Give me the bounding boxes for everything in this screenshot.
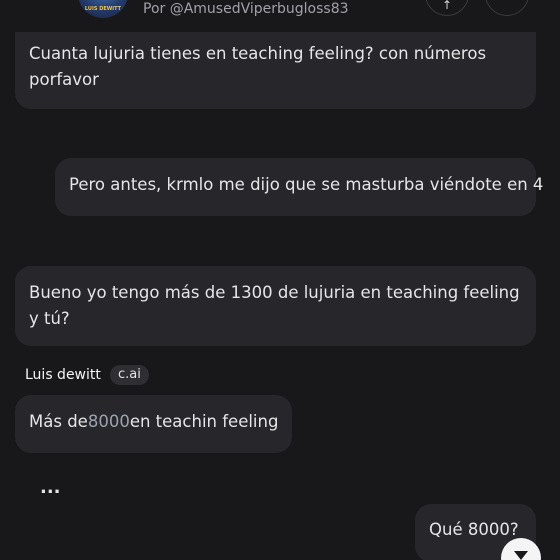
user-message[interactable]: Pero antes, krmlo me dijo que se masturb… (55, 158, 543, 216)
chat-page: LUIS DEWITT Por @AmusedViperbugloss83 ↑ … (0, 0, 560, 560)
message-text-prefix: Más de (29, 412, 88, 431)
message-text-suffix: en teachin feeling (129, 412, 279, 431)
message-text: Cuanta lujuria tienes en teaching feelin… (29, 44, 487, 89)
share-button[interactable]: ↑ (425, 0, 469, 16)
creator-byline[interactable]: Por @AmusedViperbugloss83 (143, 0, 349, 18)
message-text: Qué 8000? (429, 520, 519, 539)
character-message[interactable]: Más de8000en teachin feeling (15, 395, 292, 453)
message-highlight: 8000 (87, 412, 130, 431)
chat-header: LUIS DEWITT Por @AmusedViperbugloss83 ↑ (0, 0, 560, 24)
share-icon: ↑ (441, 0, 453, 12)
user-message[interactable]: Bueno yo tengo más de 1300 de lujuria en… (15, 266, 536, 346)
typing-indicator: ... (40, 477, 61, 498)
chevron-down-icon (514, 551, 528, 560)
cai-badge: c.ai (110, 365, 149, 385)
user-message[interactable]: Cuanta lujuria tienes en teaching feelin… (15, 32, 536, 109)
character-avatar[interactable]: LUIS DEWITT (78, 0, 128, 18)
message-text: Bueno yo tengo más de 1300 de lujuria en… (29, 283, 520, 328)
avatar-logo-text: LUIS DEWITT (84, 6, 122, 12)
character-name[interactable]: Luis dewitt (25, 366, 101, 384)
more-button[interactable] (485, 0, 529, 16)
message-text: Pero antes, krmlo me dijo que se masturb… (69, 175, 544, 194)
